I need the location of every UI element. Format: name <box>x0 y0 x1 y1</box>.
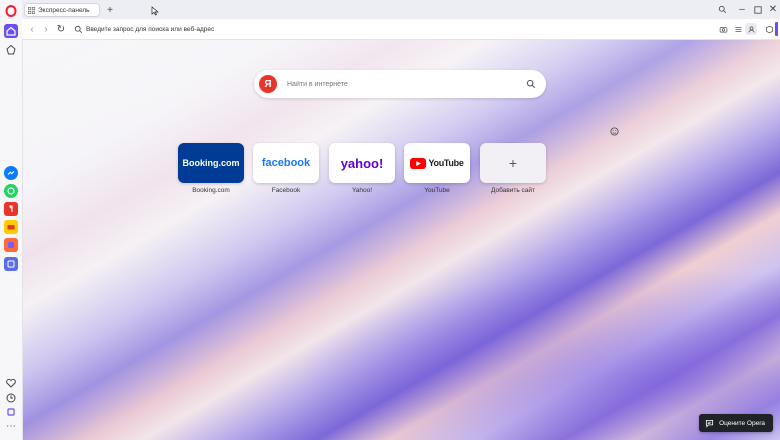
tile-label: Facebook <box>271 187 301 194</box>
maximize-icon[interactable] <box>751 3 765 16</box>
mouse-cursor-icon <box>151 6 159 16</box>
speed-dial-item-youtube[interactable]: YouTube YouTube <box>404 143 470 194</box>
search-icon[interactable] <box>526 79 536 89</box>
speed-dial-grid-icon <box>28 6 35 14</box>
address-input[interactable] <box>86 22 646 36</box>
yandex-mail-icon[interactable] <box>4 220 18 234</box>
back-icon[interactable]: ‹ <box>26 23 38 35</box>
rate-opera-button[interactable]: Оцените Opera <box>699 414 773 432</box>
yandex-app-icon[interactable] <box>4 202 18 216</box>
tile-yahoo[interactable]: yahoo! <box>329 143 395 183</box>
tab-search-icon[interactable] <box>715 3 729 16</box>
web-search-input[interactable] <box>285 79 519 89</box>
messenger-icon[interactable] <box>4 166 18 180</box>
feedback-chat-icon <box>706 419 714 428</box>
plus-icon: + <box>508 155 518 171</box>
tile-label: Добавить сайт <box>490 187 535 194</box>
minimize-icon[interactable]: – <box>735 3 749 16</box>
tile-add-site[interactable]: + <box>480 143 546 183</box>
speed-dial-page: Я Booking.com Booking.com facebook Faceb… <box>23 40 780 440</box>
close-icon[interactable]: ✕ <box>766 3 780 16</box>
whatsapp-icon[interactable] <box>4 184 18 198</box>
sidebar: ⋯ <box>0 0 23 440</box>
favorites-heart-icon[interactable] <box>4 376 18 390</box>
more-dots-icon[interactable]: ⋯ <box>4 420 18 434</box>
yandex-logo: Я <box>259 75 277 93</box>
rate-opera-label: Оцените Opera <box>719 419 765 427</box>
tile-booking[interactable]: Booking.com <box>178 143 244 183</box>
web-search-box[interactable]: Я <box>254 70 546 98</box>
address-bar-row: ‹ › ↻ <box>22 19 780 40</box>
sidebar-panel-indicator <box>775 22 778 36</box>
tab-express-panel[interactable]: Экспресс-панель <box>24 3 100 17</box>
booking-logo: Booking.com <box>182 158 240 168</box>
yahoo-logo: yahoo! <box>340 155 384 171</box>
smiley-icon[interactable] <box>610 127 619 136</box>
reload-icon[interactable]: ↻ <box>55 23 67 35</box>
speed-dial-item-booking[interactable]: Booking.com Booking.com <box>178 143 244 194</box>
profile-icon[interactable] <box>745 23 757 35</box>
opera-menu-icon[interactable] <box>4 4 18 18</box>
yandex-music-icon[interactable] <box>4 257 18 271</box>
pinboard-icon[interactable] <box>4 43 18 57</box>
tile-label: Booking.com <box>192 187 230 194</box>
new-tab-plus-icon[interactable]: + <box>104 4 116 16</box>
speed-dial-item-add-site[interactable]: + Добавить сайт <box>480 143 546 194</box>
tile-label: Yahoo! <box>351 187 373 194</box>
tab-title: Экспресс-панель <box>38 6 90 14</box>
tile-facebook[interactable]: facebook <box>253 143 319 183</box>
forward-icon[interactable]: › <box>40 23 52 35</box>
extensions-icon[interactable] <box>4 405 18 419</box>
tab-bar: Экспресс-панель + – ✕ <box>22 0 780 19</box>
tile-youtube[interactable]: YouTube <box>404 143 470 183</box>
wallet-cube-icon[interactable] <box>763 23 775 35</box>
easy-setup-icon[interactable] <box>732 23 744 35</box>
yandex-games-icon[interactable] <box>4 238 18 252</box>
address-search-icon <box>72 23 84 35</box>
youtube-play-icon <box>410 157 427 169</box>
tile-label: YouTube <box>424 187 450 194</box>
home-icon[interactable] <box>4 24 18 38</box>
facebook-logo: facebook <box>261 157 311 169</box>
speed-dial-item-yahoo[interactable]: yahoo! Yahoo! <box>329 143 395 194</box>
history-clock-icon[interactable] <box>4 391 18 405</box>
snapshot-camera-icon[interactable] <box>717 23 729 35</box>
speed-dial-item-facebook[interactable]: facebook Facebook <box>253 143 319 194</box>
youtube-logo: YouTube <box>428 158 464 168</box>
